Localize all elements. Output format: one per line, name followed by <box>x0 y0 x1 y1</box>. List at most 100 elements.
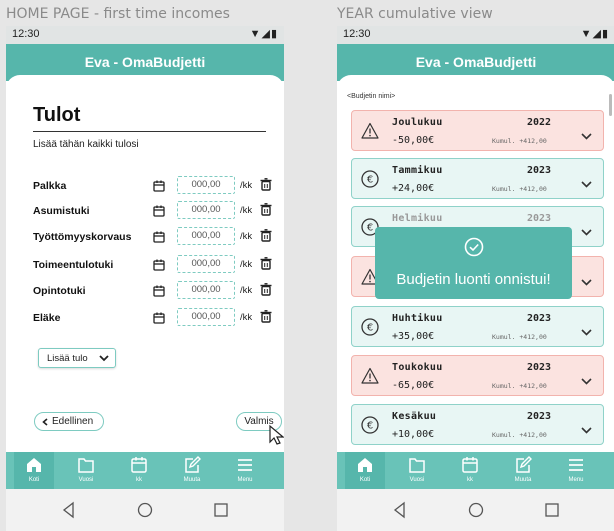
unit-label: /kk <box>240 180 253 191</box>
menu-icon <box>234 454 256 476</box>
bottom-nav: Koti Vuosi kk Muuta Menu <box>337 452 614 489</box>
folder-icon <box>406 454 428 476</box>
left-frame-label: HOME PAGE - first time incomes <box>6 6 230 22</box>
amount-input[interactable]: 000,00 <box>177 308 235 326</box>
income-label: Palkka <box>33 180 67 192</box>
nav-item-koti[interactable]: Koti <box>14 452 54 489</box>
euro-icon: € <box>361 416 379 434</box>
nav-item-muuta[interactable]: Muuta <box>172 452 212 489</box>
status-bar: 12:30 ▼◢▮ <box>6 26 284 44</box>
recents-icon[interactable] <box>210 499 232 521</box>
month-card[interactable]: € Tammikuu 2023 +24,00€ Kumul. +412,00 <box>351 158 604 199</box>
nav-item-menu[interactable]: Menu <box>556 452 596 489</box>
trash-icon[interactable] <box>260 283 272 296</box>
home-circle-icon[interactable] <box>134 499 156 521</box>
income-row: Palkka 000,00 /kk <box>33 176 273 196</box>
calendar-icon[interactable] <box>153 230 165 243</box>
chevron-down-icon[interactable] <box>581 223 592 236</box>
month-value: +24,00€ <box>392 183 435 194</box>
signal-battery-icon: ▼◢▮ <box>249 28 278 40</box>
unit-label: /kk <box>240 259 253 270</box>
right-frame-label: YEAR cumulative view <box>337 6 493 22</box>
nav-label: kk <box>136 477 142 483</box>
month-card[interactable]: € Kesäkuu 2023 +10,00€ Kumul. +412,00 <box>351 404 604 445</box>
add-income-button[interactable]: Lisää tulo <box>38 348 116 368</box>
unit-label: /kk <box>240 285 253 296</box>
chevron-down-icon[interactable] <box>581 323 592 336</box>
income-label: Työttömyyskorvaus <box>33 231 132 243</box>
nav-label: kk <box>467 477 473 483</box>
month-card[interactable]: € Huhtikuu 2023 +35,00€ Kumul. +412,00 <box>351 306 604 347</box>
home-circle-icon[interactable] <box>465 499 487 521</box>
nav-item-vuosi[interactable]: Vuosi <box>66 452 106 489</box>
app-title: Eva - OmaBudjetti <box>84 54 206 70</box>
recents-icon[interactable] <box>541 499 563 521</box>
month-name: Joulukuu <box>392 117 443 128</box>
chevron-down-icon[interactable] <box>581 372 592 385</box>
nav-label: Muuta <box>183 477 201 483</box>
trash-icon[interactable] <box>260 203 272 216</box>
back-icon[interactable] <box>389 499 411 521</box>
amount-input[interactable]: 000,00 <box>177 176 235 194</box>
unit-label: /kk <box>240 312 253 323</box>
nav-item-koti[interactable]: Koti <box>345 452 385 489</box>
nav-item-vuosi[interactable]: Vuosi <box>397 452 437 489</box>
nav-item-muuta[interactable]: Muuta <box>503 452 543 489</box>
scrollbar[interactable] <box>609 94 612 116</box>
calendar-icon[interactable] <box>153 311 165 324</box>
menu-icon <box>565 454 587 476</box>
warning-icon <box>361 122 379 140</box>
amount-input[interactable]: 000,00 <box>177 227 235 245</box>
month-card[interactable]: Toukokuu 2023 -65,00€ Kumul. +412,00 <box>351 355 604 396</box>
month-card[interactable]: Joulukuu 2022 -50,00€ Kumul. +412,00 <box>351 110 604 151</box>
calendar-icon <box>459 454 481 476</box>
chevron-down-icon[interactable] <box>581 421 592 434</box>
month-year: 2022 <box>527 117 552 128</box>
calendar-icon <box>128 454 150 476</box>
month-year: 2023 <box>527 362 552 373</box>
trash-icon[interactable] <box>260 310 272 323</box>
back-icon[interactable] <box>58 499 80 521</box>
calendar-icon[interactable] <box>153 204 165 217</box>
nav-item-kk[interactable]: kk <box>450 452 490 489</box>
nav-label: Koti <box>28 477 40 483</box>
income-label: Toimeentulotuki <box>33 259 114 271</box>
amount-input[interactable]: 000,00 <box>177 255 235 273</box>
title-underline <box>33 131 266 132</box>
cursor-icon <box>269 424 284 445</box>
chevron-down-icon[interactable] <box>581 127 592 140</box>
chevron-down-icon[interactable] <box>581 175 592 188</box>
app-title: Eva - OmaBudjetti <box>415 54 537 70</box>
month-name: Kesäkuu <box>392 411 437 422</box>
nav-item-kk[interactable]: kk <box>119 452 159 489</box>
svg-text:€: € <box>367 223 373 234</box>
trash-icon[interactable] <box>260 229 272 242</box>
toast-message: Budjetin luonti onnistui! <box>396 271 551 288</box>
trash-icon[interactable] <box>260 178 272 191</box>
previous-button[interactable]: Edellinen <box>34 412 104 431</box>
calendar-icon[interactable] <box>153 179 165 192</box>
amount-input[interactable]: 000,00 <box>177 281 235 299</box>
income-row: Eläke 000,00 /kk <box>33 308 273 328</box>
chevron-left-icon <box>42 418 48 426</box>
trash-icon[interactable] <box>260 257 272 270</box>
month-name: Helmikuu <box>392 213 443 224</box>
nav-label: Muuta <box>514 477 532 483</box>
income-label: Eläke <box>33 312 61 324</box>
system-nav-bar <box>6 489 284 531</box>
add-income-label: Lisää tulo <box>47 353 88 364</box>
status-time: 12:30 <box>12 28 40 40</box>
chevron-down-icon[interactable] <box>581 273 592 286</box>
income-label: Asumistuki <box>33 205 90 217</box>
month-name: Toukokuu <box>392 362 443 373</box>
svg-text:€: € <box>367 323 373 334</box>
nav-label: Koti <box>359 477 371 483</box>
calendar-icon[interactable] <box>153 284 165 297</box>
svg-text:€: € <box>367 175 373 186</box>
calendar-icon[interactable] <box>153 258 165 271</box>
amount-input[interactable]: 000,00 <box>177 201 235 219</box>
nav-item-menu[interactable]: Menu <box>225 452 265 489</box>
cumulative-value: Kumul. +412,00 <box>492 333 547 341</box>
system-nav-bar <box>337 489 614 531</box>
home-icon <box>354 454 376 476</box>
